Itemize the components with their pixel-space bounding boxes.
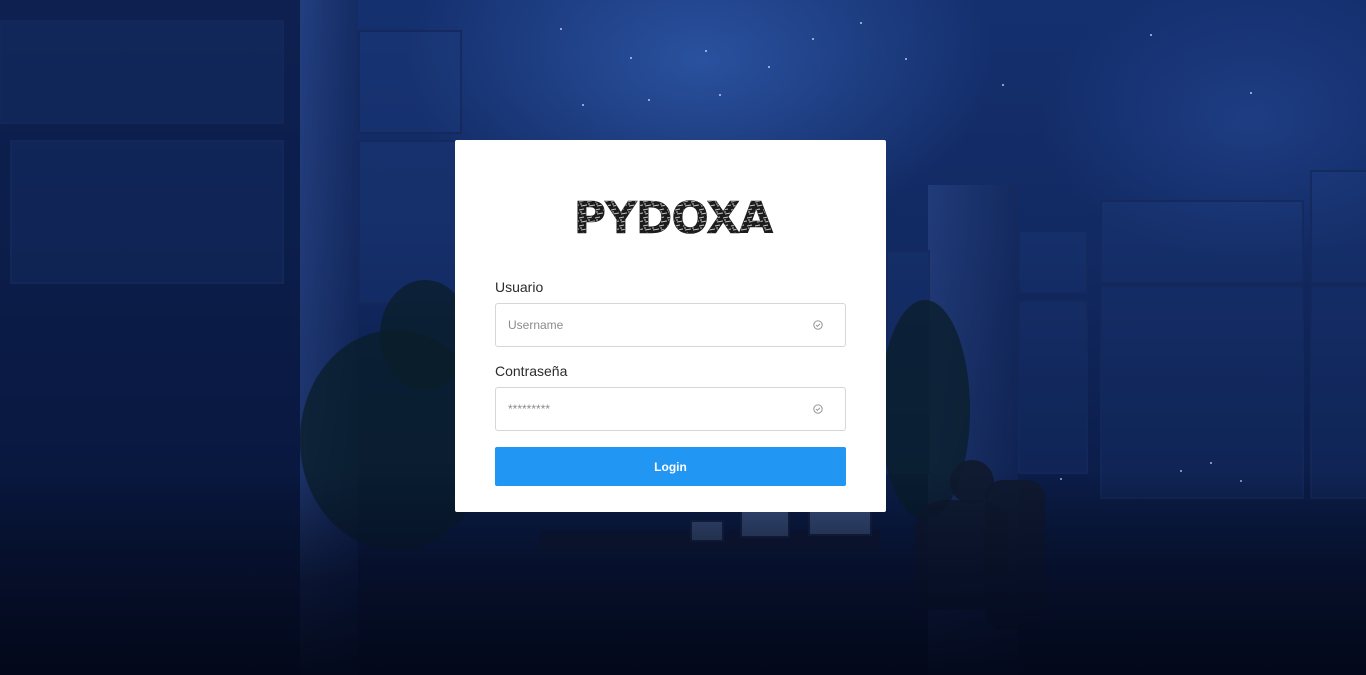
star xyxy=(1002,84,1004,86)
password-input[interactable] xyxy=(508,388,798,430)
window-pane xyxy=(1310,285,1366,499)
star xyxy=(905,58,907,60)
star xyxy=(582,104,584,106)
check-circle-icon xyxy=(813,404,823,414)
window-pane xyxy=(1100,285,1304,499)
star xyxy=(705,50,707,52)
username-field[interactable] xyxy=(495,303,846,347)
window-pane xyxy=(1100,200,1304,284)
window-pane xyxy=(0,20,284,124)
star xyxy=(860,22,862,24)
window-pane xyxy=(358,30,462,134)
check-circle-icon xyxy=(813,320,823,330)
star xyxy=(1150,34,1152,36)
star xyxy=(560,28,562,30)
star xyxy=(719,94,721,96)
pydoxa-logo: PYDOXA xyxy=(573,193,774,245)
city-light xyxy=(1210,462,1212,464)
window-pane xyxy=(1310,170,1366,284)
star xyxy=(630,57,632,59)
window-pane xyxy=(1018,230,1088,294)
star xyxy=(768,66,770,68)
star xyxy=(648,99,650,101)
username-label: Usuario xyxy=(495,279,544,295)
star xyxy=(812,38,814,40)
login-card: PYDOXA Usuario Contraseña Login xyxy=(455,140,886,512)
svg-text:PYDOXA: PYDOXA xyxy=(574,193,773,244)
username-input[interactable] xyxy=(508,304,798,346)
star xyxy=(1250,92,1252,94)
password-field[interactable] xyxy=(495,387,846,431)
window-pane xyxy=(358,140,462,304)
window-pane xyxy=(10,140,284,284)
login-button[interactable]: Login xyxy=(495,447,846,486)
window-pane xyxy=(1018,300,1088,474)
password-label: Contraseña xyxy=(495,363,568,379)
